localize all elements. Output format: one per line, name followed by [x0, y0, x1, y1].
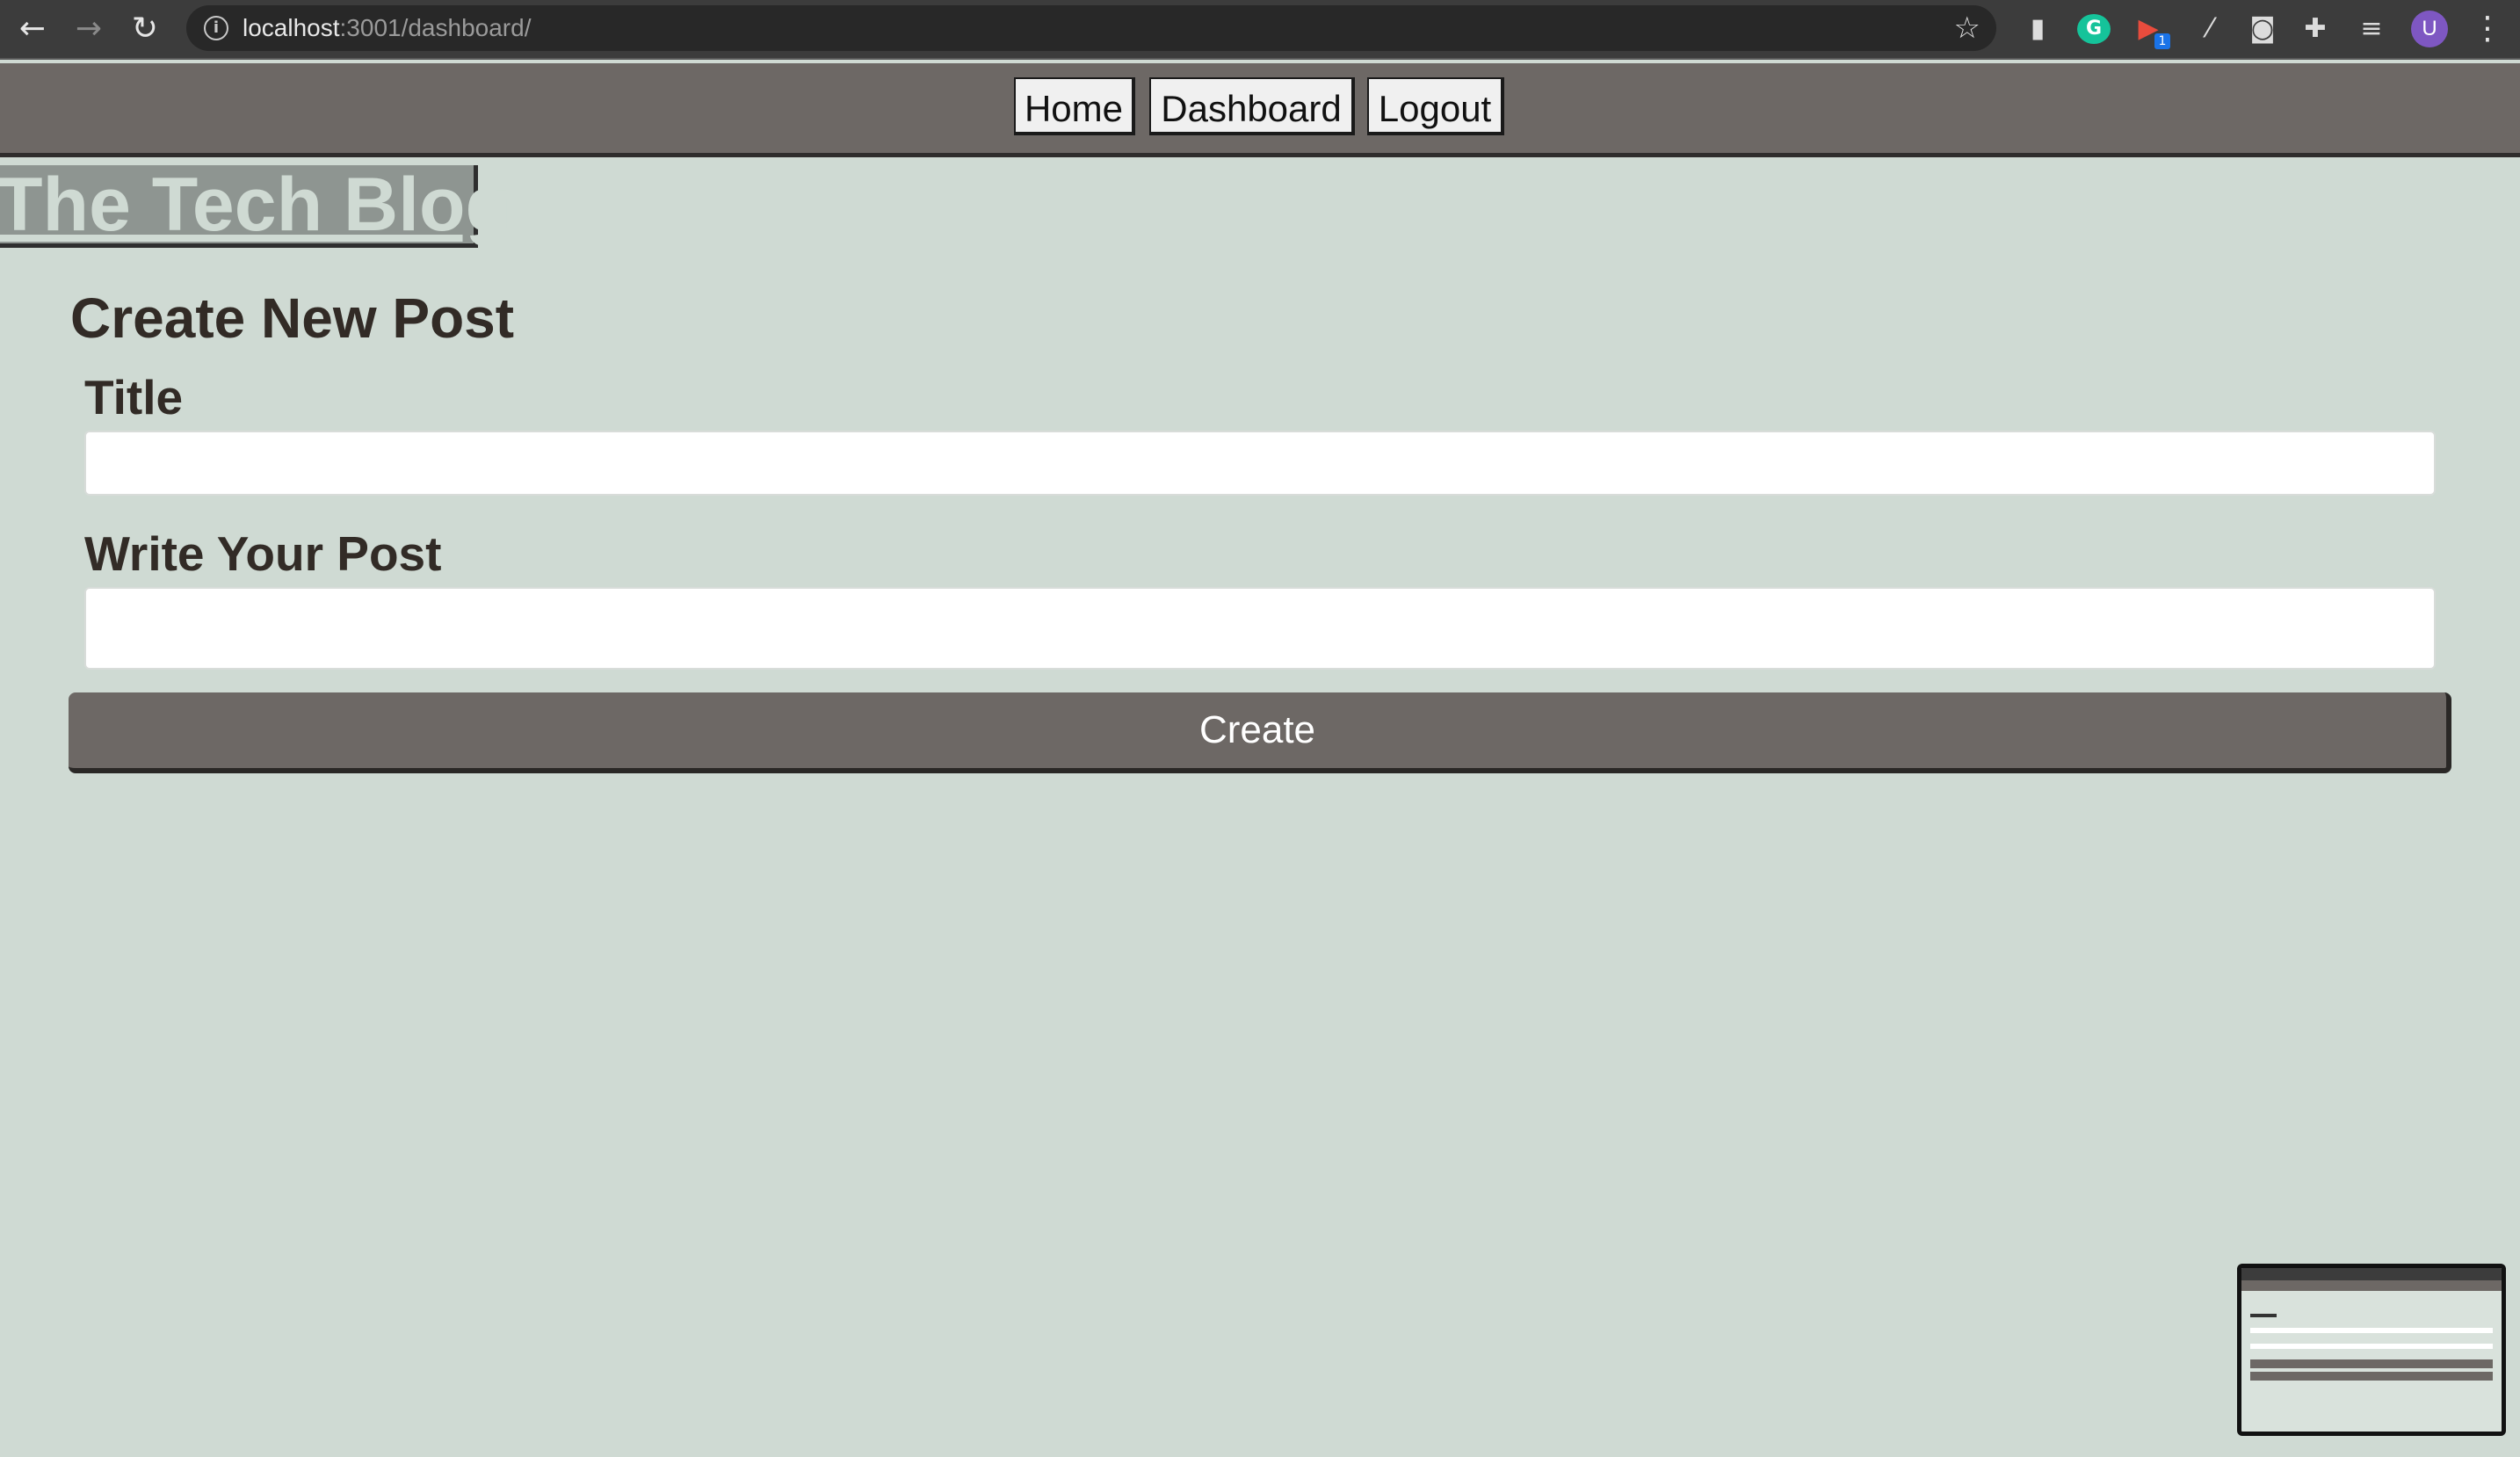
profile-avatar[interactable]: U	[2411, 11, 2448, 47]
url-text[interactable]: localhost:3001/dashboard/	[243, 16, 531, 40]
brand-link[interactable]: The Tech Blog	[0, 165, 511, 244]
clipboard-extension-icon[interactable]: ▮	[2021, 12, 2054, 46]
url-host: localhost	[243, 14, 340, 41]
video-extension-icon[interactable]: ▶ 1	[2132, 12, 2170, 49]
page-title: Create New Post	[70, 286, 515, 350]
create-button[interactable]: Create	[69, 692, 2451, 773]
thumbnail-button-2	[2250, 1372, 2493, 1381]
grammarly-extension-icon[interactable]: G	[2077, 14, 2111, 44]
brand-header: The Tech Blog	[0, 165, 511, 248]
back-arrow-icon[interactable]: ←	[12, 9, 53, 49]
reload-icon[interactable]: ↻	[125, 9, 165, 49]
thumbnail-field-1	[2250, 1328, 2493, 1333]
site-nav: Home Dashboard Logout	[0, 63, 2520, 157]
title-label: Title	[84, 370, 184, 424]
title-input[interactable]	[84, 431, 2436, 496]
extension-badge: 1	[2154, 33, 2170, 49]
thumbnail-button-1	[2250, 1359, 2493, 1368]
body-label: Write Your Post	[84, 526, 442, 581]
camera-extension-icon[interactable]: ◙	[2246, 12, 2279, 46]
logout-button[interactable]: Logout	[1367, 77, 1504, 135]
puzzle-extensions-icon[interactable]: ✚	[2299, 12, 2332, 46]
thumbnail-heading	[2250, 1314, 2277, 1317]
reading-list-icon[interactable]: ≡	[2355, 12, 2388, 46]
browser-toolbar: ← → ↻ i localhost:3001/dashboard/ ☆ ▮ G …	[0, 0, 2520, 60]
url-path: :3001/dashboard/	[339, 14, 532, 41]
bookmark-star-icon[interactable]: ☆	[1954, 11, 1981, 46]
screenshot-thumbnail[interactable]	[2237, 1264, 2506, 1436]
home-button[interactable]: Home	[1014, 77, 1135, 135]
site-info-icon[interactable]: i	[204, 16, 228, 40]
address-bar[interactable]: i localhost:3001/dashboard/ ☆	[186, 5, 1996, 51]
thumbnail-chrome	[2241, 1268, 2502, 1280]
thumbnail-nav	[2241, 1280, 2502, 1291]
post-body-input[interactable]	[84, 587, 2436, 670]
picker-extension-icon[interactable]: ⁄	[2193, 12, 2227, 46]
dashboard-button[interactable]: Dashboard	[1149, 77, 1355, 135]
thumbnail-field-2	[2250, 1344, 2493, 1349]
more-menu-icon[interactable]: ⋮	[2467, 9, 2508, 49]
forward-arrow-icon[interactable]: →	[69, 9, 109, 49]
